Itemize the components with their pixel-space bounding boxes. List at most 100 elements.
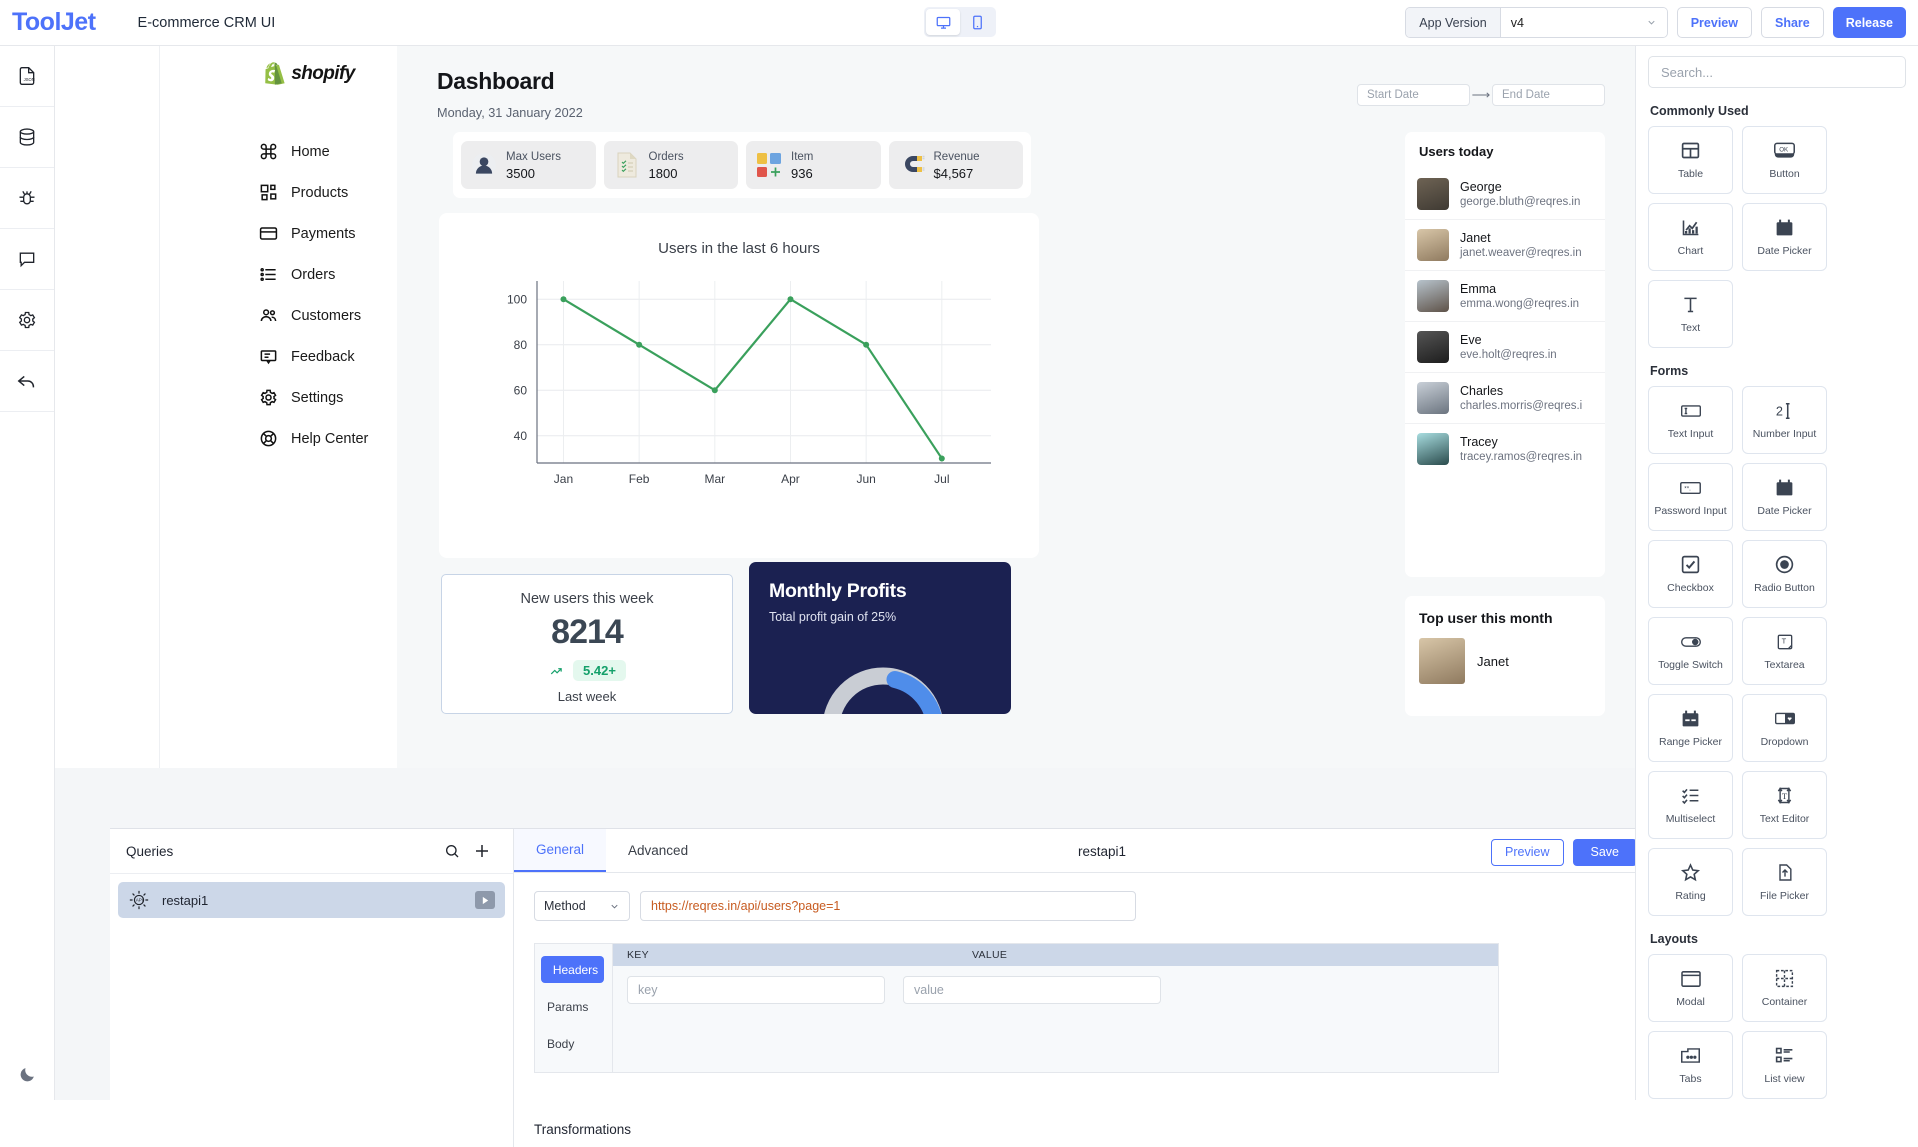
component-password-input[interactable]: **. Password Input	[1648, 463, 1733, 531]
component-multiselect[interactable]: Multiselect	[1648, 771, 1733, 839]
preview-button[interactable]: Preview	[1676, 7, 1752, 38]
query-preview-button[interactable]: Preview	[1491, 838, 1564, 866]
component-rating[interactable]: Rating	[1648, 848, 1733, 916]
comment-icon[interactable]	[0, 229, 54, 290]
component-container[interactable]: Container	[1742, 954, 1827, 1022]
share-button[interactable]: Share	[1760, 7, 1824, 38]
list-item[interactable]: Tracey tracey.ramos@reqres.in	[1405, 423, 1605, 474]
tab-general[interactable]: General	[514, 829, 607, 872]
rest-api-icon: API	[128, 889, 150, 911]
component-label: Chart	[1677, 244, 1704, 257]
sidebar-item-label: Payments	[291, 225, 356, 242]
component-button[interactable]: OK Button	[1742, 126, 1827, 194]
new-users-card: New users this week 8214 5.42+ Last week	[441, 574, 733, 714]
layouts-grid: Modal Container Tabs List view	[1648, 954, 1906, 1099]
top-bar: ToolJet E-commerce CRM UI App Version v4…	[0, 0, 1918, 46]
search-input[interactable]: Search...	[1648, 56, 1906, 88]
list-item[interactable]: Eve eve.holt@reqres.in	[1405, 321, 1605, 372]
method-select[interactable]: Method	[534, 891, 630, 921]
param-value-input[interactable]: value	[903, 976, 1161, 1004]
param-key-input[interactable]: key	[627, 976, 885, 1004]
component-number-input[interactable]: 2 Number Input	[1742, 386, 1827, 454]
component-textarea[interactable]: T Textarea	[1742, 617, 1827, 685]
component-radio-button[interactable]: Radio Button	[1742, 540, 1827, 608]
sidebar-item-label: Feedback	[291, 348, 355, 365]
component-text[interactable]: Text	[1648, 280, 1733, 348]
play-icon[interactable]	[475, 891, 495, 909]
component-table[interactable]: Table	[1648, 126, 1733, 194]
request-params-box: Headers Params Body KEY VALUE key value	[534, 943, 1499, 1073]
list-item[interactable]: Emma emma.wong@reqres.in	[1405, 270, 1605, 321]
theme-toggle-button[interactable]	[0, 1065, 55, 1084]
avatar	[1417, 229, 1449, 261]
component-modal[interactable]: Modal	[1648, 954, 1733, 1022]
kpi-label: Revenue	[933, 150, 980, 163]
textarea-icon: T	[1775, 631, 1795, 653]
avatar	[1417, 178, 1449, 210]
list-item[interactable]: George george.bluth@reqres.in	[1405, 169, 1605, 219]
tab-params[interactable]: Params	[535, 993, 612, 1020]
tab-advanced[interactable]: Advanced	[606, 829, 710, 872]
container-icon	[1774, 968, 1795, 990]
date-range-picker[interactable]: Start Date ⟶ End Date	[1357, 84, 1605, 106]
calendar-icon	[1774, 477, 1795, 499]
component-date-picker-forms[interactable]: Date Picker	[1742, 463, 1827, 531]
message-lines-icon	[258, 347, 278, 367]
end-date-input[interactable]: End Date	[1492, 84, 1605, 106]
component-toggle-switch[interactable]: Toggle Switch	[1648, 617, 1733, 685]
component-file-picker[interactable]: File Picker	[1742, 848, 1827, 916]
list-checks-icon	[258, 265, 278, 285]
component-date-picker[interactable]: Date Picker	[1742, 203, 1827, 271]
kpi-value: 936	[791, 166, 813, 182]
trending-up-icon	[548, 664, 565, 678]
search-icon[interactable]	[437, 836, 467, 866]
user-email: tracey.ramos@reqres.in	[1460, 451, 1583, 463]
component-label: Table	[1677, 167, 1704, 180]
gear-icon[interactable]	[0, 290, 54, 351]
component-checkbox[interactable]: Checkbox	[1648, 540, 1733, 608]
app-title: E-commerce CRM UI	[137, 14, 276, 31]
component-tabs[interactable]: Tabs	[1648, 1031, 1733, 1099]
list-item[interactable]: Charles charles.morris@reqres.i	[1405, 372, 1605, 423]
avatar	[1417, 280, 1449, 312]
release-button[interactable]: Release	[1832, 7, 1906, 38]
tab-headers[interactable]: Headers	[541, 956, 604, 983]
user-name: George	[1460, 180, 1502, 194]
component-range-picker[interactable]: Range Picker	[1648, 694, 1733, 762]
profits-donut-chart	[824, 667, 942, 714]
component-list-view[interactable]: List view	[1742, 1031, 1827, 1099]
kpi-value: 3500	[506, 166, 535, 182]
request-row: Method https://reqres.in/api/users?page=…	[514, 873, 1690, 921]
query-save-button[interactable]: Save	[1572, 838, 1637, 866]
database-icon[interactable]	[0, 107, 54, 168]
mobile-view-button[interactable]	[960, 9, 994, 35]
svg-text:Mar: Mar	[704, 472, 725, 486]
svg-text:API: API	[136, 898, 143, 903]
undo-icon[interactable]	[0, 351, 54, 412]
column-header-value: VALUE	[972, 949, 1008, 961]
tooljet-logo: ToolJet	[12, 8, 96, 36]
bug-icon[interactable]	[0, 168, 54, 229]
svg-text:40: 40	[514, 429, 528, 443]
component-chart[interactable]: Chart	[1648, 203, 1733, 271]
topbar-actions: App Version v4 Preview Share Release	[1405, 7, 1906, 38]
component-dropdown[interactable]: Dropdown	[1742, 694, 1827, 762]
desktop-view-button[interactable]	[926, 9, 960, 35]
json-file-icon[interactable]: JSON	[0, 46, 54, 107]
device-toggle[interactable]	[924, 7, 996, 37]
component-text-input[interactable]: Text Input	[1648, 386, 1733, 454]
start-date-input[interactable]: Start Date	[1357, 84, 1470, 106]
method-label: Method	[544, 899, 586, 913]
sidebar-item-label: Home	[291, 143, 330, 160]
plus-icon[interactable]	[467, 836, 497, 866]
colored-squares-icon	[756, 152, 782, 178]
life-buoy-icon	[258, 429, 278, 449]
tab-body[interactable]: Body	[535, 1030, 612, 1057]
list-item[interactable]: Janet janet.weaver@reqres.in	[1405, 219, 1605, 270]
kpi-label: Item	[791, 150, 814, 163]
app-version-group[interactable]: App Version v4	[1405, 7, 1668, 38]
app-version-select[interactable]: v4	[1500, 8, 1667, 37]
component-text-editor[interactable]: T Text Editor	[1742, 771, 1827, 839]
query-list-item-restapi1[interactable]: API restapi1	[118, 882, 505, 918]
url-input[interactable]: https://reqres.in/api/users?page=1	[640, 891, 1136, 921]
